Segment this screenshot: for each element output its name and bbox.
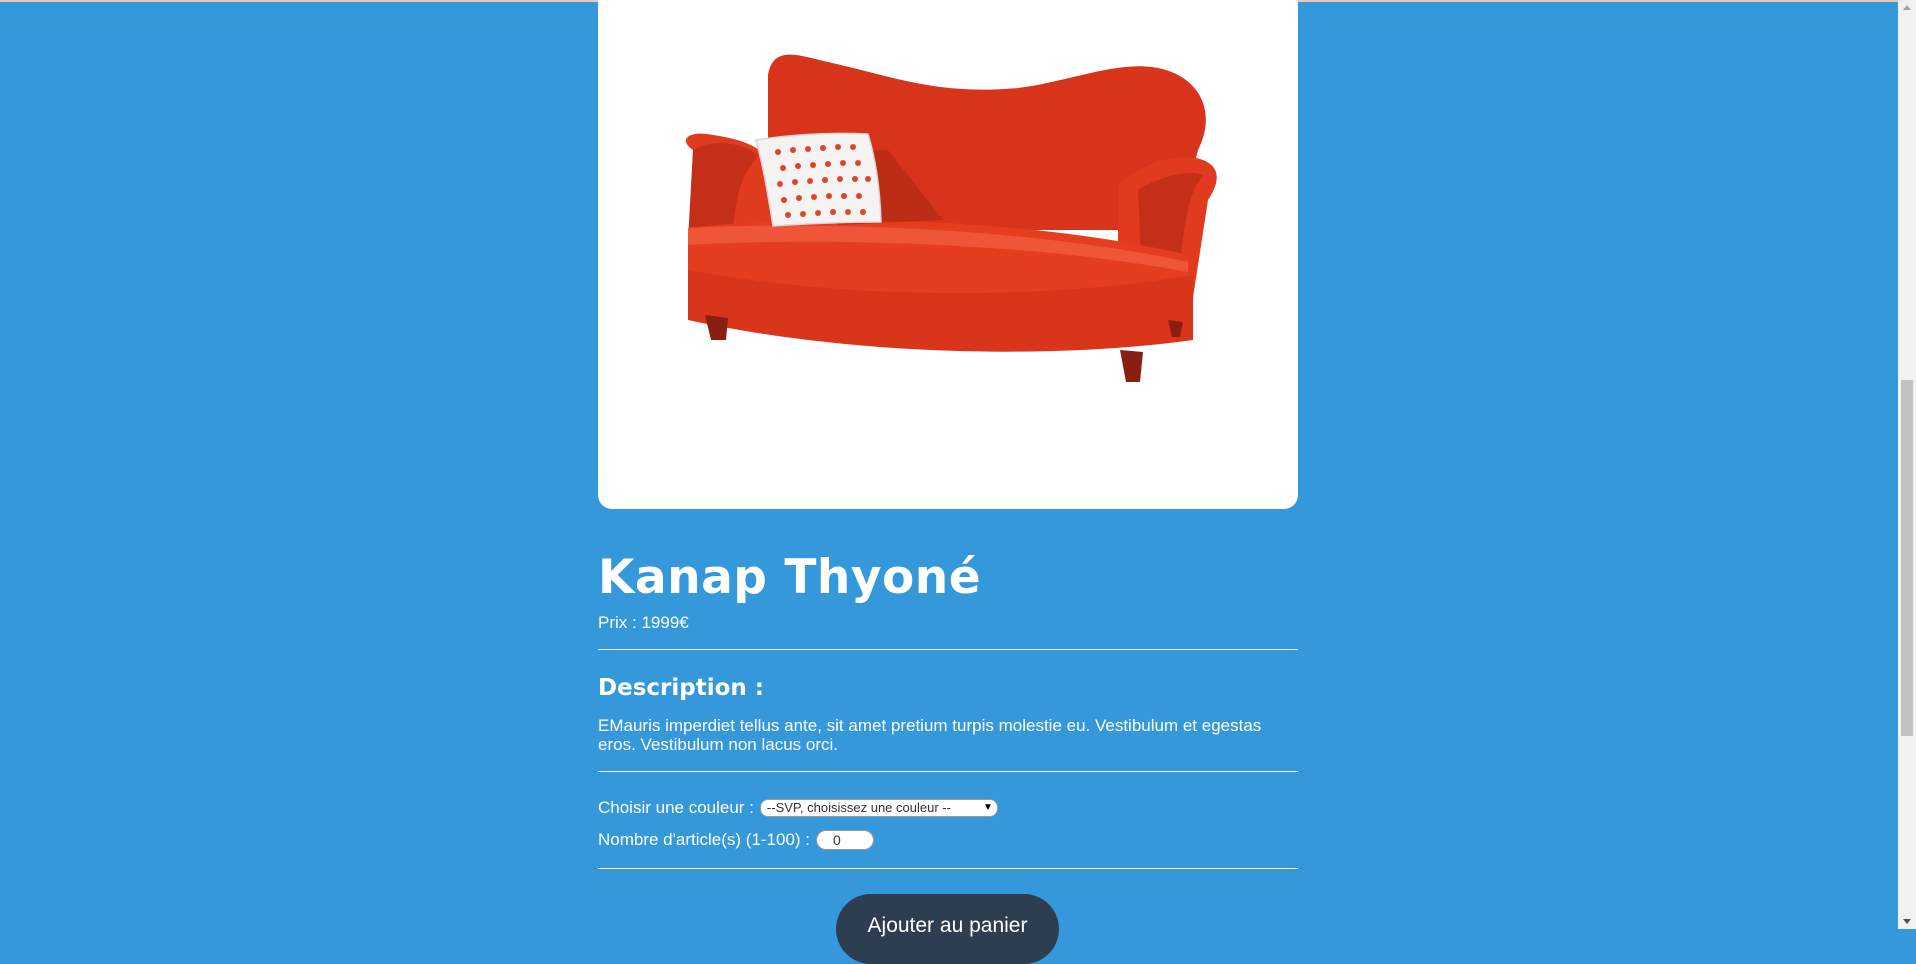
- scroll-down-arrow-icon[interactable]: [1903, 919, 1911, 924]
- scroll-up-arrow-icon[interactable]: [1903, 5, 1911, 10]
- quantity-input[interactable]: 0: [816, 830, 875, 850]
- product-image: [598, 0, 1298, 509]
- color-label: Choisir une couleur :: [598, 798, 754, 817]
- divider: [598, 649, 1298, 650]
- scrollbar-thumb[interactable]: [1901, 380, 1913, 736]
- color-select-value: --SVP, choisissez une couleur --: [766, 800, 951, 815]
- description-title: Description :: [598, 675, 764, 701]
- description-text: EMauris imperdiet tellus ante, sit amet …: [598, 716, 1262, 754]
- sofa-image: [685, 54, 1217, 382]
- add-to-cart-button[interactable]: Ajouter au panier: [836, 894, 1059, 964]
- divider: [598, 771, 1298, 772]
- price-currency: €: [679, 613, 689, 632]
- color-option-row: Choisir une couleur : --SVP, choisissez …: [598, 798, 1298, 818]
- divider: [598, 868, 1298, 869]
- chevron-down-icon: ▼: [983, 802, 993, 813]
- product-section: Kanap Thyoné Prix : 1999€ Description : …: [598, 0, 1298, 869]
- quantity-option-row: Nombre d'article(s) (1-100) : 0: [598, 830, 1298, 850]
- price-value: 1999: [641, 613, 680, 632]
- color-select[interactable]: --SVP, choisissez une couleur -- ▼: [759, 799, 998, 817]
- product-price: Prix : 1999€: [598, 613, 1298, 633]
- quantity-label: Nombre d'article(s) (1-100) :: [598, 830, 811, 849]
- product-title: Kanap Thyoné: [598, 550, 982, 605]
- page-scrollbar[interactable]: [1898, 0, 1916, 929]
- price-label: Prix :: [598, 613, 642, 632]
